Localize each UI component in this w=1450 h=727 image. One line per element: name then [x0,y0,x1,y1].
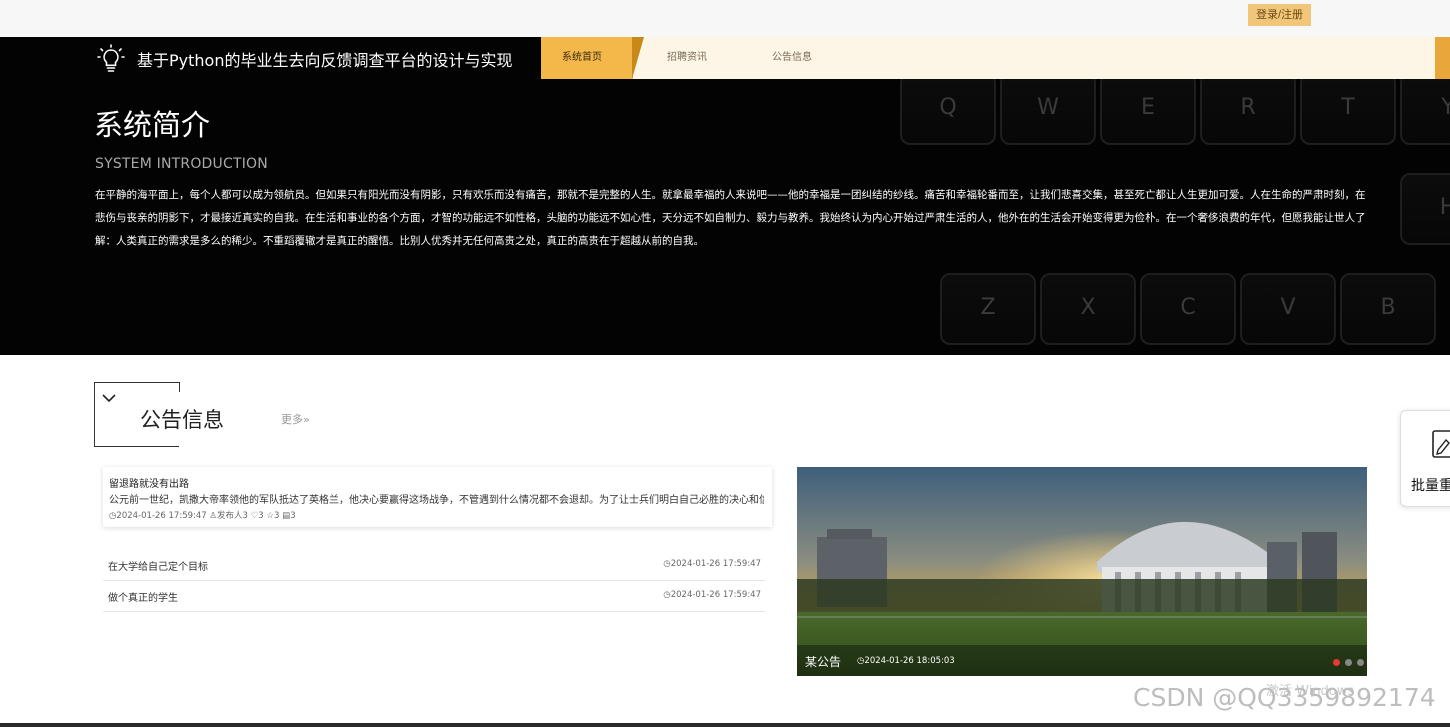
featured-notice-publisher: 发布人3 [217,511,248,521]
keyboard-key: R [1200,73,1296,145]
nav-accent-strip [1435,37,1450,79]
carousel-dot-2[interactable] [1345,659,1352,666]
keyboard-key: Z [940,273,1036,345]
keyboard-key: X [1040,273,1136,345]
intro-body: 在平静的海平面上，每个人都可以成为领航员。但如果只有阳光而没有阴影，只有欢乐而没… [95,189,1366,247]
clock-icon: ◷ [663,590,671,600]
keyboard-key: Q [900,73,996,145]
featured-notice-card[interactable]: 留退路就没有出路 公元前一世纪，凯撒大帝率领他的军队抵达了英格兰，他决心要赢得这… [103,467,772,527]
comment-icon: ▤ [282,511,291,521]
nav-item-notices[interactable]: 公告信息 [772,37,812,79]
user-icon: ♙ [209,511,218,521]
more-link[interactable]: 更多» [281,411,310,427]
keyboard-key: T [1300,73,1396,145]
keyboard-key: H [1400,173,1450,245]
list-item[interactable]: 做个真正的学生 ◷2024-01-26 17:59:47 [103,581,765,612]
banner-time-value: 2024-01-26 18:05:03 [864,656,955,666]
carousel-dot-3[interactable] [1357,659,1364,666]
list-item-time-value: 2024-01-26 17:59:47 [670,590,761,600]
edit-icon [1432,430,1450,458]
nav-item-jobs[interactable]: 招聘资讯 [667,37,707,79]
nav-active-edge [632,37,644,79]
nav-item-home[interactable]: 系统首页 [562,37,602,79]
list-item-title: 在大学给自己定个目标 [108,562,208,573]
keyboard-key: E [1100,73,1196,145]
csdn-watermark: CSDN @QQ3359892174 [1133,683,1436,712]
list-item-time: ◷2024-01-26 17:59:47 [663,559,761,569]
list-item-title: 做个真正的学生 [108,593,178,604]
clock-icon: ◷ [663,559,671,569]
banner-caption-title: 某公告 [805,655,842,669]
bottom-border [0,723,1450,727]
list-item[interactable]: 在大学给自己定个目标 ◷2024-01-26 17:59:47 [103,550,765,581]
carousel-dot-1[interactable] [1333,659,1340,666]
side-widget-label: 批量重 [1411,478,1450,494]
featured-notice-comments: 3 [290,511,296,521]
intro-title: 系统简介 [94,108,211,142]
top-bar [0,0,1450,37]
site-title: 基于Python的毕业生去向反馈调查平台的设计与实现 [137,51,513,70]
featured-notice-title: 留退路就没有出路 [109,479,189,490]
notice-banner-carousel[interactable]: 某公告 ◷2024-01-26 18:05:03 [797,467,1367,676]
featured-notice-meta: ◷2024-01-26 17:59:47 ♙发布人3 ♡3 ☆3 ▤3 [109,509,296,521]
keyboard-key: B [1340,273,1436,345]
featured-notice-likes: 3 [258,511,264,521]
notices-section-title: 公告信息 [140,408,224,432]
intro-subtitle: SYSTEM INTRODUCTION [95,156,268,172]
keyboard-key: C [1140,273,1236,345]
banner-caption-time: ◷2024-01-26 18:05:03 [857,656,955,666]
list-item-time: ◷2024-01-26 17:59:47 [663,590,761,600]
star-icon: ☆ [266,511,275,521]
keyboard-key: W [1000,73,1096,145]
login-register-button[interactable]: 登录/注册 [1248,4,1311,26]
list-item-time-value: 2024-01-26 17:59:47 [670,559,761,569]
keyboard-key: Y [1400,73,1450,145]
featured-notice-time: 2024-01-26 17:59:47 [116,511,207,521]
lightbulb-logo-icon [97,44,125,72]
batch-side-widget[interactable]: 批量重 [1400,410,1450,507]
keyboard-key: V [1240,273,1336,345]
chevron-down-icon [102,394,116,403]
featured-notice-excerpt: 公元前一世纪，凯撒大帝率领他的军队抵达了英格兰，他决心要赢得这场战争，不管遇到什… [109,495,764,506]
featured-notice-favorites: 3 [274,511,280,521]
